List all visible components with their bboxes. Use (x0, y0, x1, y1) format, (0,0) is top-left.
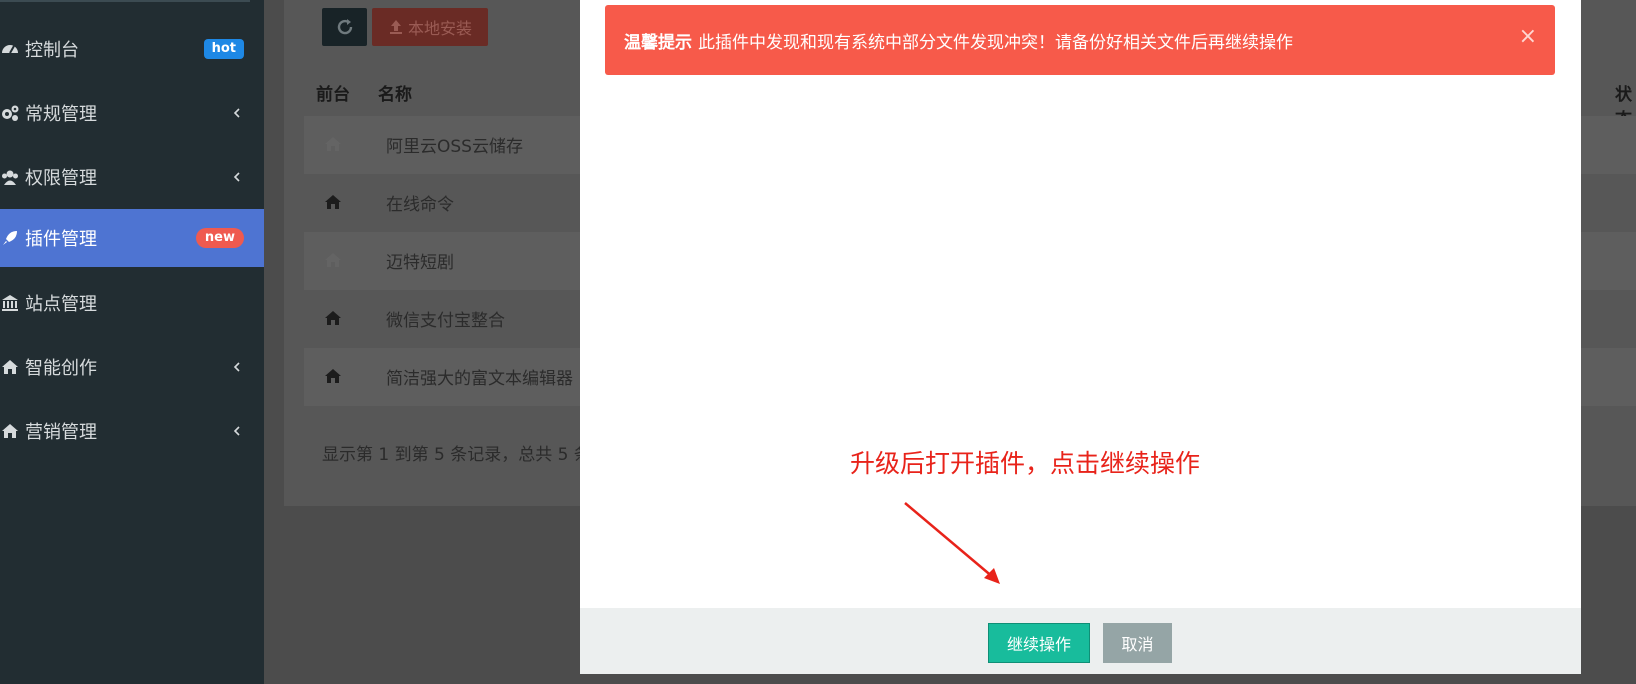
plugin-name: 阿里云OSS云储存 (386, 137, 523, 157)
dashboard-icon (0, 39, 20, 59)
chevron-left-icon (233, 108, 240, 118)
sidebar-item-marketing[interactable]: 营销管理 (0, 399, 264, 463)
sidebar-item-dashboard[interactable]: 控制台 hot (0, 17, 264, 81)
sidebar-item-label: 智能创作 (25, 358, 97, 379)
chevron-left-icon (233, 172, 240, 182)
annotation-arrow (904, 502, 1000, 584)
sidebar-item-label: 插件管理 (25, 229, 97, 250)
home-icon (0, 421, 20, 441)
sidebar-item-label: 营销管理 (25, 422, 97, 443)
users-icon (0, 167, 20, 187)
refresh-button[interactable] (322, 8, 367, 46)
local-install-label: 本地安装 (407, 19, 472, 38)
modal-footer: 继续操作 取消 (580, 608, 1581, 674)
sidebar-item-plugins[interactable]: 插件管理 new (0, 209, 264, 267)
home-icon[interactable] (324, 309, 342, 327)
plugin-name: 简洁强大的富文本编辑器 (386, 369, 573, 389)
alert-title: 温馨提示 (624, 32, 692, 53)
chevron-left-icon (233, 362, 240, 372)
close-icon[interactable]: × (1519, 25, 1537, 49)
plugin-name: 微信支付宝整合 (386, 311, 505, 331)
sidebar-item-sites[interactable]: 站点管理 (0, 271, 264, 335)
annotation-text: 升级后打开插件，点击继续操作 (850, 449, 1201, 478)
sidebar-item-label: 站点管理 (25, 294, 97, 315)
sidebar-item-label: 常规管理 (25, 104, 97, 125)
warning-alert: 温馨提示 此插件中发现和现有系统中部分文件发现冲突！请备份好相关文件后再继续操作… (605, 5, 1555, 75)
sidebar-item-label: 权限管理 (25, 168, 97, 189)
column-header-front: 前台 (316, 85, 350, 105)
pagination-info: 显示第 1 到第 5 条记录，总共 5 条记 (322, 445, 608, 465)
plugin-name: 在线命令 (386, 195, 454, 215)
rocket-icon (0, 228, 20, 248)
sidebar-item-label: 控制台 (25, 40, 79, 61)
sidebar: 控制台 hot 常规管理 权限管理 插件管理 new 站点管理 智能创作 营销管… (0, 0, 264, 684)
home-icon[interactable] (324, 367, 342, 385)
upload-icon (389, 20, 402, 34)
chevron-left-icon (233, 426, 240, 436)
hot-badge: hot (203, 39, 244, 59)
bank-icon (0, 293, 20, 313)
cancel-button[interactable]: 取消 (1103, 623, 1172, 663)
sidebar-menu: 控制台 hot 常规管理 权限管理 插件管理 new 站点管理 智能创作 营销管… (0, 17, 264, 463)
plugin-name: 迈特短剧 (386, 253, 454, 273)
alert-message: 此插件中发现和现有系统中部分文件发现冲突！请备份好相关文件后再继续操作 (698, 32, 1293, 53)
continue-button[interactable]: 继续操作 (988, 623, 1090, 663)
sidebar-item-general[interactable]: 常规管理 (0, 81, 264, 145)
home-icon[interactable] (324, 135, 342, 153)
home-icon (0, 357, 20, 377)
home-icon[interactable] (324, 193, 342, 211)
refresh-icon (337, 19, 352, 35)
local-install-button[interactable]: 本地安装 (372, 8, 488, 46)
home-icon[interactable] (324, 251, 342, 269)
conflict-modal: 温馨提示 此插件中发现和现有系统中部分文件发现冲突！请备份好相关文件后再继续操作… (580, 0, 1581, 674)
sidebar-item-permissions[interactable]: 权限管理 (0, 145, 264, 209)
new-badge: new (195, 228, 244, 248)
sidebar-top-strip (0, 0, 250, 2)
sidebar-item-creation[interactable]: 智能创作 (0, 335, 264, 399)
column-header-name: 名称 (378, 85, 412, 105)
cogs-icon (0, 103, 20, 123)
